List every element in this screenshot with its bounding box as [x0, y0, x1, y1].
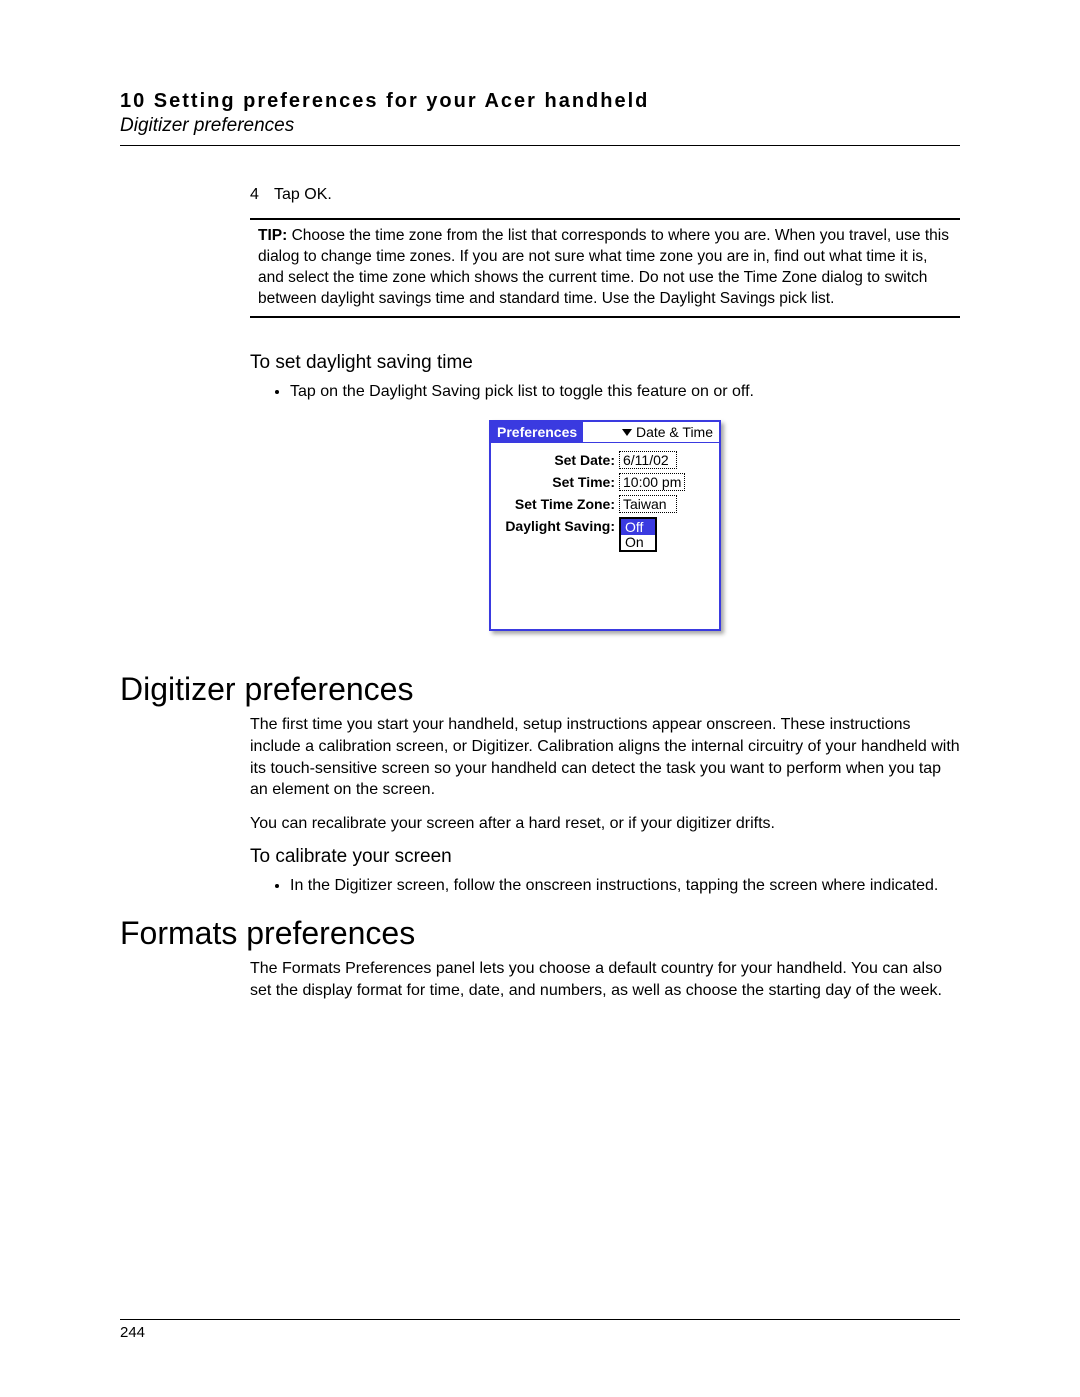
palm-category-menu[interactable]: Date & Time: [622, 424, 719, 440]
tip-box: TIP: Choose the time zone from the list …: [250, 218, 960, 318]
chevron-down-icon: [622, 429, 632, 436]
digitizer-p2: You can recalibrate your screen after a …: [250, 813, 960, 835]
step-text: Tap OK.: [274, 186, 332, 204]
daylight-saving-label: Daylight Saving:: [497, 517, 619, 535]
formats-p1: The Formats Preferences panel lets you c…: [250, 958, 960, 1001]
set-timezone-value[interactable]: Taiwan: [619, 495, 677, 513]
picklist-option-on[interactable]: On: [621, 535, 655, 550]
step-number: 4: [250, 186, 274, 204]
daylight-saving-picklist[interactable]: Off On: [619, 517, 657, 552]
set-date-label: Set Date:: [497, 451, 619, 469]
set-timezone-label: Set Time Zone:: [497, 495, 619, 513]
header-rule: [120, 145, 960, 146]
digitizer-p1: The first time you start your handheld, …: [250, 714, 960, 800]
set-date-value[interactable]: 6/11/02: [619, 451, 677, 469]
palm-menu-label: Date & Time: [636, 424, 713, 440]
page-header: 10 Setting preferences for your Acer han…: [120, 90, 960, 146]
palm-app-title: Preferences: [491, 422, 583, 442]
daylight-heading: To set daylight saving time: [250, 352, 960, 374]
chapter-title: 10 Setting preferences for your Acer han…: [120, 90, 960, 113]
digitizer-heading: Digitizer preferences: [120, 671, 960, 708]
step-row: 4 Tap OK.: [250, 186, 960, 204]
picklist-option-off[interactable]: Off: [621, 519, 655, 535]
calibrate-bullet: In the Digitizer screen, follow the onsc…: [290, 876, 960, 897]
set-time-value[interactable]: 10:00 pm: [619, 473, 685, 491]
footer-rule: [120, 1319, 960, 1320]
page-number: 244: [120, 1324, 960, 1341]
formats-heading: Formats preferences: [120, 915, 960, 952]
tip-label: TIP:: [258, 227, 287, 244]
section-subtitle: Digitizer preferences: [120, 115, 960, 137]
palm-screenshot: Preferences Date & Time Set Date: 6/11/0…: [489, 420, 721, 631]
page-footer: 244: [120, 1319, 960, 1341]
daylight-bullet: Tap on the Daylight Saving pick list to …: [290, 382, 960, 403]
tip-text: Choose the time zone from the list that …: [258, 227, 949, 307]
set-time-label: Set Time:: [497, 473, 619, 491]
calibrate-heading: To calibrate your screen: [250, 846, 960, 868]
